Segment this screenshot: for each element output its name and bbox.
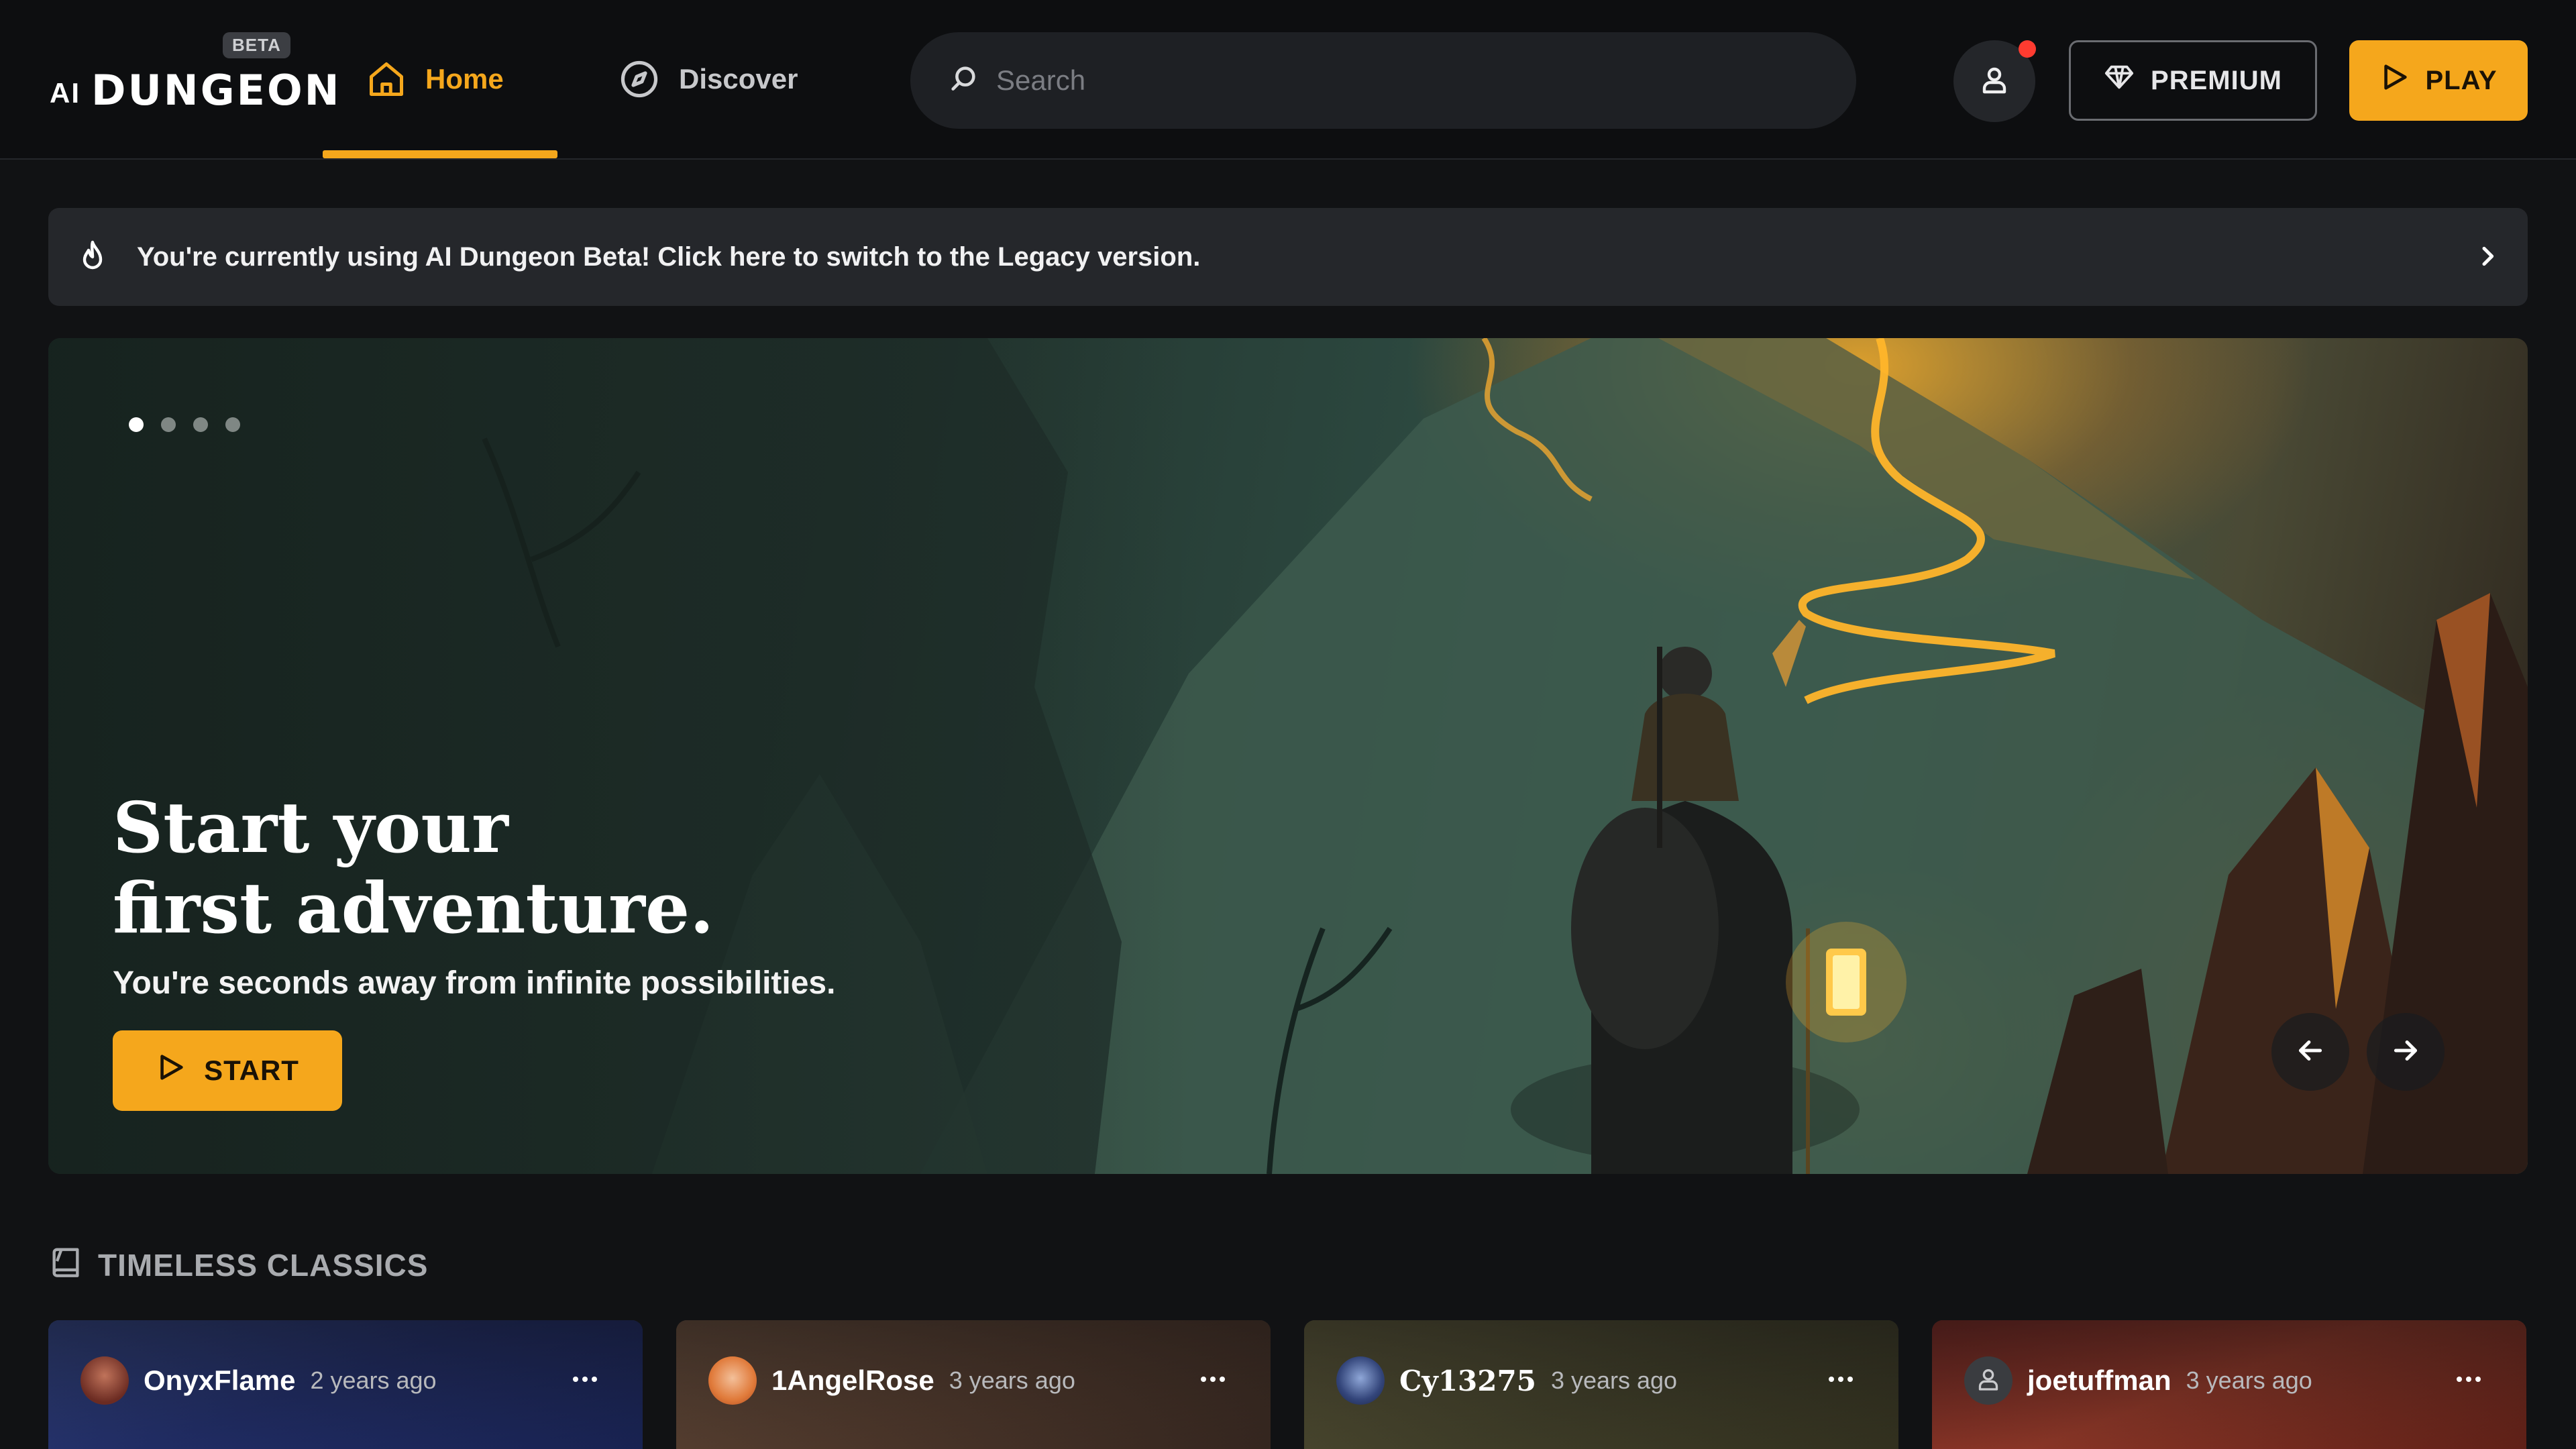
avatar[interactable] (708, 1356, 757, 1405)
play-icon (2379, 62, 2410, 99)
section-title-label: TIMELESS CLASSICS (98, 1247, 429, 1283)
compass-icon (619, 58, 660, 100)
play-button[interactable]: PLAY (2349, 40, 2528, 121)
more-icon[interactable] (1827, 1375, 1854, 1387)
avatar[interactable] (1964, 1356, 2012, 1405)
hero-title-line-1: Start your (113, 786, 508, 869)
carousel-dot-2[interactable] (161, 417, 176, 432)
nav-tab-discover[interactable]: Discover (619, 0, 798, 158)
chevron-right-icon (2474, 243, 2501, 273)
premium-label: PREMIUM (2151, 65, 2282, 95)
logo-name-text: DUNGEON (91, 66, 341, 115)
card-timestamp: 3 years ago (1550, 1366, 1678, 1394)
card-header: 1AngelRose 3 years ago (708, 1355, 1244, 1406)
card-timestamp: 3 years ago (949, 1366, 1075, 1394)
scenario-card[interactable]: joetuffman 3 years ago (1932, 1320, 2526, 1449)
card-header: OnyxFlame 2 years ago (80, 1355, 616, 1406)
book-icon (48, 1244, 83, 1286)
beta-badge: BETA (223, 32, 290, 58)
card-username[interactable]: OnyxFlame (144, 1364, 295, 1397)
search-icon (948, 64, 979, 98)
section-title: TIMELESS CLASSICS (48, 1244, 428, 1286)
nav-tab-home[interactable]: Home (366, 0, 504, 158)
hero-carousel: Start your first adventure. You're secon… (48, 338, 2528, 1174)
logo-ai-text: AI (50, 77, 80, 109)
user-icon (1978, 64, 2010, 99)
arrow-right-icon (2389, 1034, 2422, 1071)
carousel-dot-1[interactable] (129, 417, 144, 432)
nav-discover-label: Discover (679, 63, 798, 95)
search-bar[interactable]: Search (910, 32, 1856, 129)
play-icon (156, 1052, 186, 1089)
carousel-dots (129, 417, 240, 432)
carousel-prev-button[interactable] (2271, 1013, 2349, 1091)
card-username[interactable]: joetuffman (2027, 1364, 2171, 1397)
play-label: PLAY (2425, 65, 2498, 95)
scenario-card[interactable]: Cy13275 3 years ago (1304, 1320, 1898, 1449)
card-username[interactable]: 1AngelRose (771, 1364, 934, 1397)
card-timestamp: 2 years ago (310, 1366, 437, 1394)
scenario-card[interactable]: 1AngelRose 3 years ago (676, 1320, 1271, 1449)
banner-text: You're currently using AI Dungeon Beta! … (137, 241, 1201, 272)
carousel-dot-4[interactable] (225, 417, 240, 432)
start-label: START (204, 1055, 299, 1086)
start-button[interactable]: START (113, 1030, 342, 1111)
user-icon (1975, 1366, 2002, 1396)
scenario-card[interactable]: OnyxFlame 2 years ago (48, 1320, 643, 1449)
nav-home-label: Home (425, 63, 504, 95)
more-icon[interactable] (1199, 1375, 1226, 1387)
logo[interactable]: AI DUNGEON BETA (50, 32, 341, 115)
more-icon[interactable] (572, 1375, 598, 1387)
active-tab-indicator (323, 150, 557, 158)
card-timestamp: 3 years ago (2186, 1366, 2312, 1394)
card-username[interactable]: Cy13275 (1399, 1364, 1536, 1397)
home-icon (366, 59, 407, 99)
notification-dot (2019, 40, 2036, 58)
premium-button[interactable]: PREMIUM (2069, 40, 2317, 121)
flame-icon (79, 239, 106, 275)
carousel-next-button[interactable] (2367, 1013, 2445, 1091)
carousel-dot-3[interactable] (193, 417, 208, 432)
legacy-switch-banner[interactable]: You're currently using AI Dungeon Beta! … (48, 208, 2528, 306)
avatar[interactable] (80, 1356, 129, 1405)
diamond-icon (2104, 62, 2135, 99)
hero-subtitle: You're seconds away from infinite possib… (113, 965, 836, 1001)
arrow-left-icon (2294, 1034, 2327, 1071)
card-header: Cy13275 3 years ago (1336, 1355, 1872, 1406)
hero-title: Start your first adventure. (113, 788, 918, 949)
avatar[interactable] (1336, 1356, 1385, 1405)
top-bar: AI DUNGEON BETA Home Discover Search PRE… (0, 0, 2576, 160)
hero-title-line-2: first adventure. (113, 867, 714, 949)
search-input[interactable]: Search (996, 64, 1085, 97)
card-header: joetuffman 3 years ago (1964, 1355, 2500, 1406)
more-icon[interactable] (2455, 1375, 2482, 1387)
